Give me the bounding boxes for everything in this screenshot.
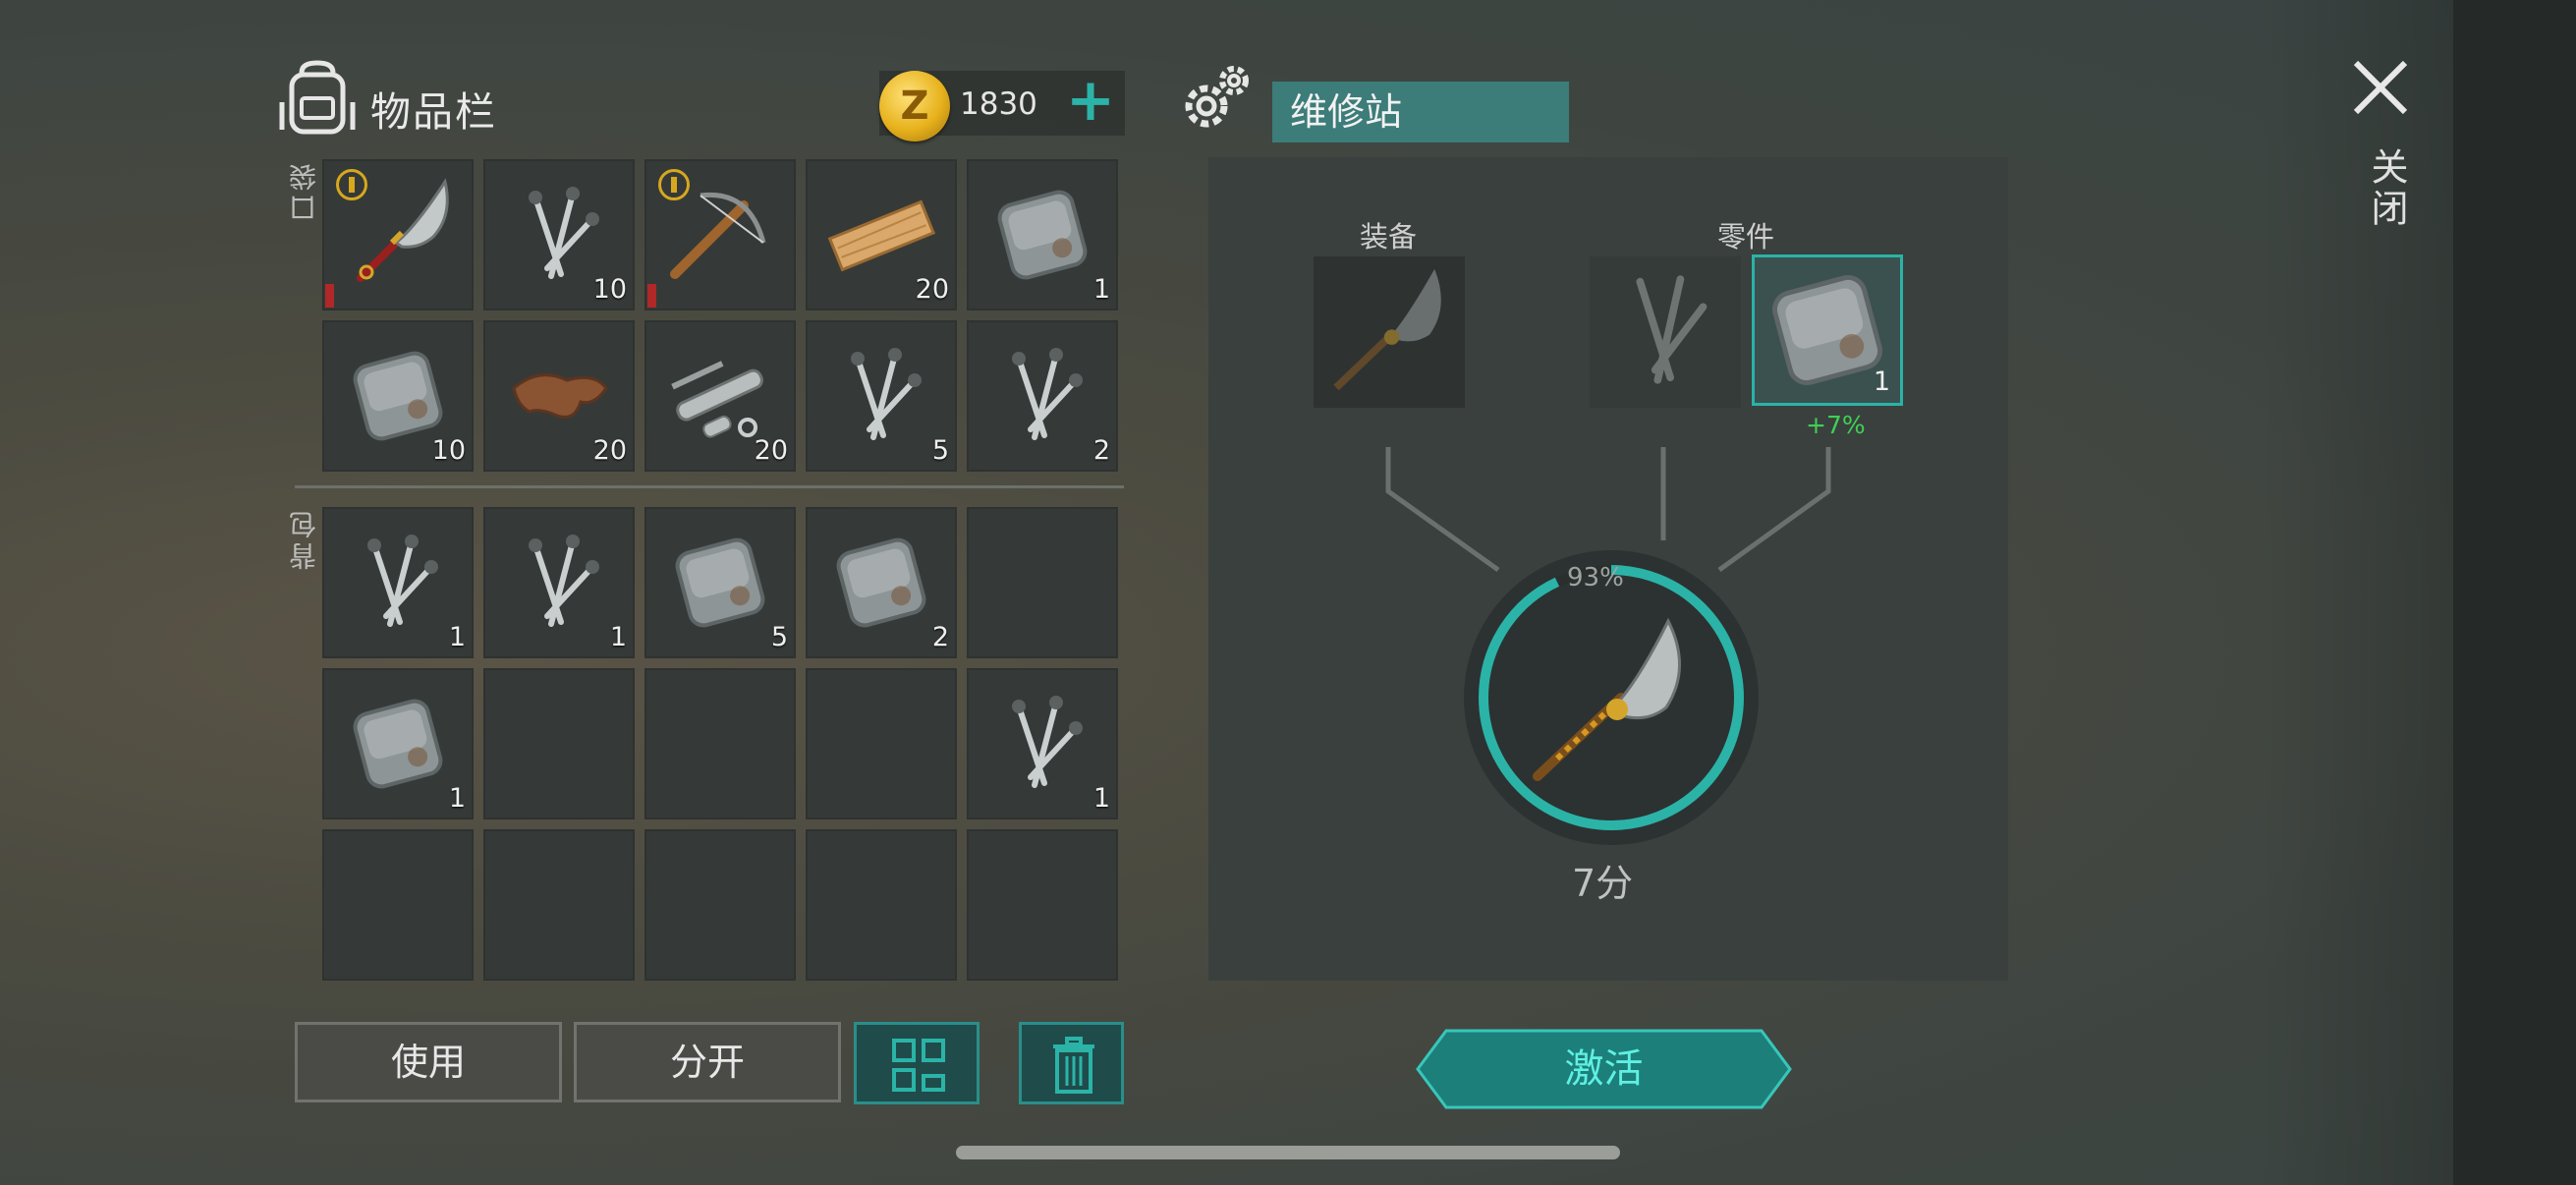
station-title: 维修站	[1272, 82, 1569, 142]
item-count: 1	[448, 622, 466, 652]
durability-bar	[325, 284, 334, 308]
backpack-slot[interactable]	[644, 829, 796, 981]
backpack-slot[interactable]: 5	[644, 507, 796, 658]
use-button[interactable]: 使用	[295, 1022, 562, 1102]
part-slot-2[interactable]: 1	[1752, 254, 1903, 406]
equipment-label: 装备	[1360, 220, 1418, 254]
activate-label: 激活	[1564, 1046, 1644, 1092]
nails-icon	[1012, 348, 1083, 440]
metal-plate-icon	[675, 537, 765, 628]
close-label[interactable]: 关闭	[2360, 147, 2414, 230]
backpack-slot[interactable]	[644, 668, 796, 819]
backpack-slot[interactable]	[806, 829, 957, 981]
sort-button[interactable]	[854, 1022, 980, 1104]
home-indicator[interactable]	[956, 1146, 1620, 1159]
pocket-slot[interactable]: 20	[644, 320, 796, 472]
nails-icon	[529, 535, 599, 627]
backpack-slot[interactable]	[967, 507, 1118, 658]
metal-plate-icon	[836, 537, 926, 628]
item-count: 5	[770, 622, 788, 652]
pocket-slot[interactable]	[322, 159, 474, 310]
nails-icon	[1012, 696, 1083, 788]
pocket-slot[interactable]	[644, 159, 796, 310]
durability-bar	[647, 284, 656, 308]
gears-icon	[1185, 66, 1249, 128]
pocket-slot[interactable]: 20	[806, 159, 957, 310]
coin-balance: Z 1830 +	[879, 71, 1125, 141]
equipped-badge-icon	[658, 169, 690, 200]
backpack-slot[interactable]: 1	[967, 668, 1118, 819]
item-count: 2	[931, 622, 949, 652]
backpack-slot[interactable]	[483, 829, 635, 981]
backpack-slot[interactable]: 1	[483, 507, 635, 658]
backpack-slot[interactable]: 2	[806, 507, 957, 658]
pocket-slot[interactable]: 10	[483, 159, 635, 310]
activate-button[interactable]: 激活	[1415, 1028, 1793, 1110]
pocket-slot[interactable]: 2	[967, 320, 1118, 472]
repair-percent: 93%	[1567, 563, 1624, 592]
backpack-slot[interactable]	[967, 829, 1118, 981]
part-count: 1	[1873, 367, 1890, 397]
nails-icon	[1636, 275, 1708, 384]
item-count: 1	[1092, 783, 1110, 814]
pocket-label: 口袋	[288, 159, 320, 222]
backpack-icon	[279, 60, 356, 135]
add-coins-button[interactable]: +	[1061, 71, 1120, 136]
inventory-title: 物品栏	[370, 88, 497, 136]
pocket-slot[interactable]: 10	[322, 320, 474, 472]
section-divider	[295, 485, 1124, 488]
progress-arc	[1479, 565, 1744, 830]
item-count: 1	[1092, 274, 1110, 305]
equipped-badge-icon	[336, 169, 367, 200]
background-shade	[2260, 0, 2453, 1185]
trash-icon	[1053, 1037, 1094, 1094]
metal-plate-icon	[353, 699, 443, 789]
nails-icon	[851, 348, 922, 440]
part-slot-1[interactable]	[1590, 256, 1741, 408]
backpack-slot[interactable]: 1	[322, 507, 474, 658]
machete-icon	[1333, 268, 1441, 391]
backpack-slot[interactable]	[483, 668, 635, 819]
right-edge-shade	[2453, 0, 2576, 1185]
item-count: 1	[609, 622, 627, 652]
item-count: 5	[931, 435, 949, 466]
split-button[interactable]: 分开	[574, 1022, 841, 1102]
item-count: 10	[431, 435, 466, 466]
item-count: 20	[592, 435, 627, 466]
backpack-slot[interactable]	[322, 829, 474, 981]
grid-sort-icon	[892, 1039, 945, 1092]
delete-button[interactable]	[1019, 1022, 1124, 1104]
repair-progress-ring	[1464, 550, 1759, 845]
backpack-slot[interactable]: 1	[322, 668, 474, 819]
backpack-slot[interactable]	[806, 668, 957, 819]
item-count: 2	[1092, 435, 1110, 466]
repair-time: 7分	[1572, 862, 1634, 905]
equipment-slot[interactable]	[1314, 256, 1465, 408]
coin-icon: Z	[879, 71, 950, 141]
coin-count: 1830	[960, 86, 1037, 122]
pocket-slot[interactable]: 5	[806, 320, 957, 472]
nails-icon	[367, 535, 438, 627]
pocket-slot[interactable]: 1	[967, 159, 1118, 310]
pocket-slot[interactable]: 20	[483, 320, 635, 472]
item-count: 20	[915, 274, 949, 305]
close-icon[interactable]	[2350, 57, 2411, 118]
item-count: 20	[754, 435, 788, 466]
item-count: 1	[448, 783, 466, 814]
item-count: 10	[592, 274, 627, 305]
metal-plate-icon	[997, 190, 1088, 280]
machete-icon	[1533, 617, 1681, 781]
backpack-label: 背包	[288, 507, 320, 570]
parts-label: 零件	[1717, 220, 1775, 254]
